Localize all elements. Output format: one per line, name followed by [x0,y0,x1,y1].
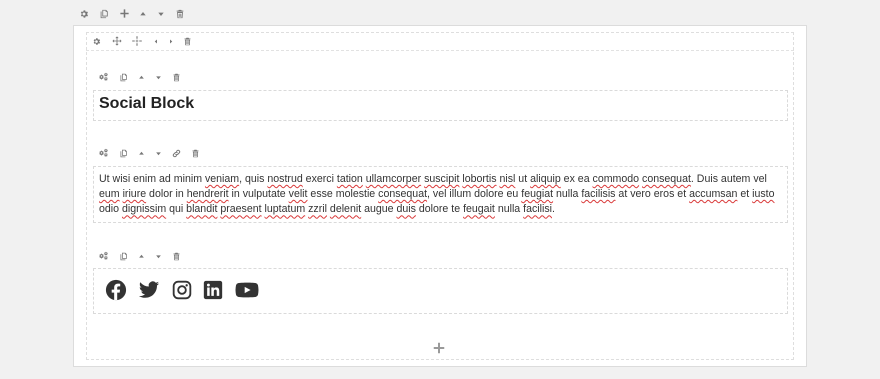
crosshair-icon[interactable] [132,36,142,46]
spellcheck-word: ullamcorper [365,173,422,185]
settings-icon[interactable] [98,251,109,261]
text-segment: nulla [494,203,524,216]
text-segment: ut [515,173,531,185]
spellcheck-word: luptatum [264,203,306,216]
spellcheck-word: blandit [186,203,218,216]
move-down-icon[interactable] [157,10,165,18]
move-up-icon[interactable] [138,253,145,260]
settings-icon[interactable] [98,148,109,158]
linkedin-icon[interactable] [203,279,223,301]
spellcheck-word: praesent [220,203,262,216]
spellcheck-word: iusto [752,188,775,201]
text-segment: , quis [239,173,268,185]
trash-icon[interactable] [172,73,181,82]
arrow-right-icon[interactable] [168,38,174,45]
move-up-icon[interactable] [138,150,145,157]
facebook-icon[interactable] [105,279,127,301]
text-segment: dolor in [146,188,187,201]
instagram-icon[interactable] [172,279,192,301]
trash-icon[interactable] [175,9,185,19]
spellcheck-word: lobortis [462,173,497,185]
gear-icon[interactable] [92,37,101,46]
spellcheck-word: commodo [592,173,640,185]
spellcheck-word: dignissim [121,203,167,216]
text-segment: in vulputate [228,188,289,201]
duplicate-icon[interactable] [119,149,128,158]
spellcheck-word: nostrud [267,173,303,185]
trash-icon[interactable] [191,149,200,158]
spellcheck-word: duis [396,203,416,216]
text-segment: dolore te [415,203,464,216]
duplicate-icon[interactable] [99,9,109,19]
move-up-icon[interactable] [139,10,147,18]
plus-icon[interactable] [119,8,130,19]
youtube-icon[interactable] [235,279,259,301]
text-segment: augue [361,203,397,216]
text-segment: ex ea [560,173,593,185]
text-segment: odio [99,203,122,216]
duplicate-icon[interactable] [119,73,128,82]
spellcheck-word: zzril [308,203,327,216]
spellcheck-word: velit [288,188,308,201]
spellcheck-word: iriure [122,188,147,201]
spellcheck-word: delenit [329,203,362,216]
text-segment: Ut wisi enim ad minim [99,173,205,185]
text-segment: et [737,188,753,201]
spellcheck-word: feugiat [521,188,554,201]
move-down-icon[interactable] [155,150,162,157]
text-segment: at vero eros et [615,188,690,201]
spellcheck-word: hendrerit [186,188,229,201]
duplicate-icon[interactable] [119,252,128,261]
twitter-icon[interactable] [138,279,160,301]
settings-icon[interactable] [98,72,109,82]
spellcheck-word: facilisi [523,203,552,216]
text-segment: exerci [302,173,337,185]
spellcheck-word: tation [336,173,363,185]
spellcheck-word: consequat [642,173,691,185]
spellcheck-word: suscipit [424,173,460,185]
block-heading[interactable]: Social Block [99,95,194,113]
text-segment: esse molestie [307,188,379,201]
row-toolbar-divider [86,50,794,51]
text-segment: qui [166,203,187,216]
move-down-icon[interactable] [155,74,162,81]
social-block[interactable] [93,268,788,314]
row-toolbar [92,36,192,46]
spellcheck-word: accumsan [689,188,738,201]
spellcheck-word: veniam [204,173,240,185]
heading-block[interactable] [93,90,788,121]
move-down-icon[interactable] [155,253,162,260]
section-toolbar [79,8,185,19]
move-icon[interactable] [112,36,122,46]
text-segment: . Duis autem vel [690,173,767,185]
arrow-left-icon[interactable] [153,38,159,45]
gear-icon[interactable] [79,9,89,19]
text-block-toolbar [98,148,200,158]
social-block-toolbar [98,251,181,261]
link-icon[interactable] [172,149,181,158]
text-segment: , vel illum dolore eu [427,188,522,201]
text-segment: . [552,203,555,216]
trash-icon[interactable] [172,252,181,261]
spellcheck-word: nisl [499,173,516,185]
spellcheck-word: eum [99,188,120,201]
heading-block-toolbar [98,72,181,82]
spellcheck-word: consequat [378,188,428,201]
spellcheck-word: facilisis [581,188,616,201]
trash-icon[interactable] [183,37,192,46]
spellcheck-word: aliquip [530,173,561,185]
paragraph-text[interactable]: Ut wisi enim ad minim veniam, quis nostr… [99,172,775,218]
spellcheck-word: feugait [463,203,495,216]
add-block-plus-icon[interactable] [432,341,446,355]
move-up-icon[interactable] [138,74,145,81]
text-segment: nulla [553,188,582,201]
